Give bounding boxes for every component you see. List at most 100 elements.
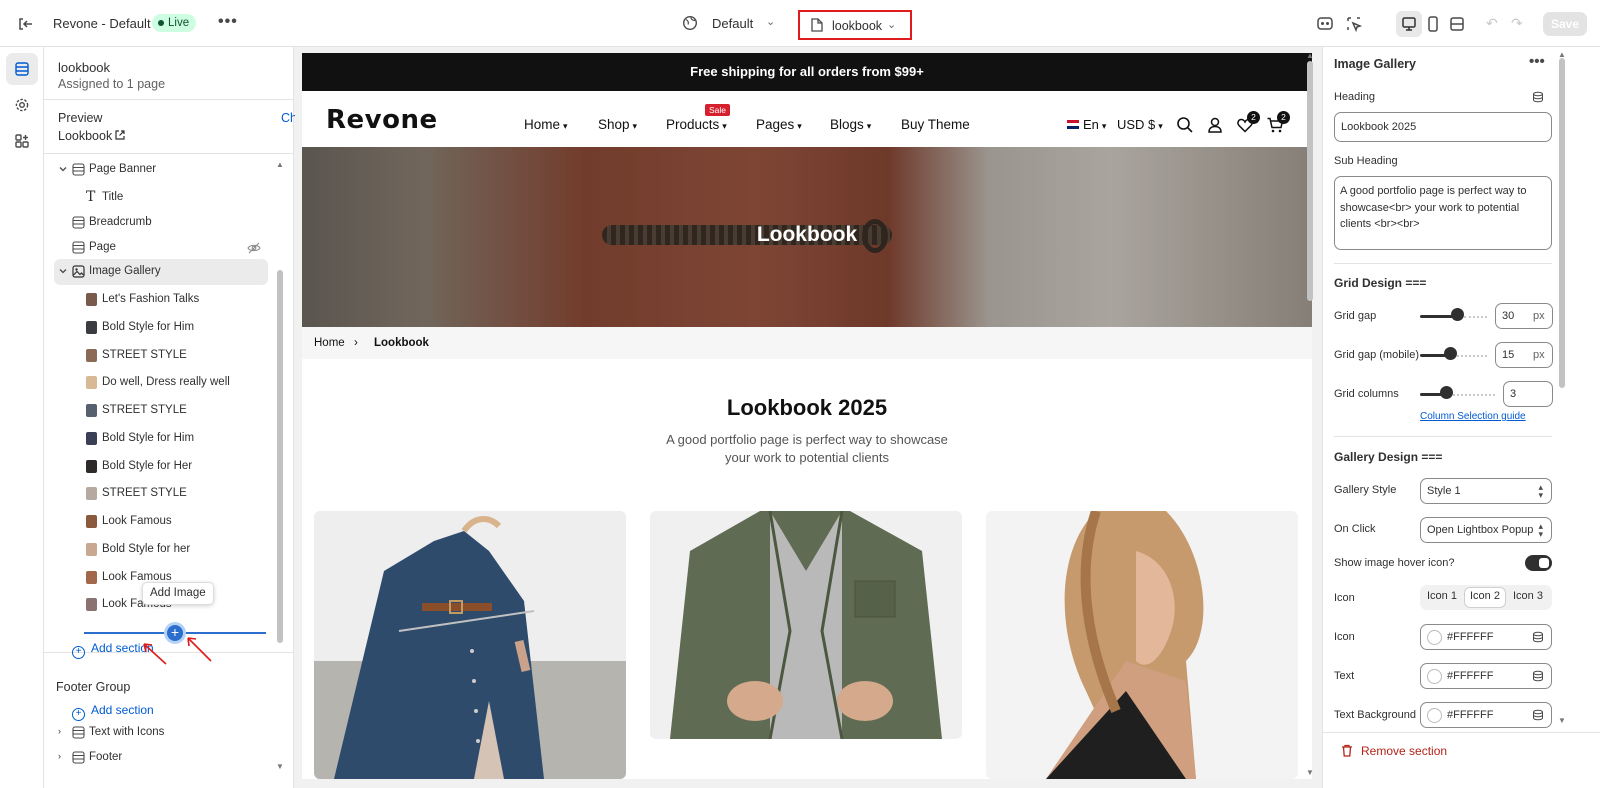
tree-item-image-block[interactable]: Bold Style for Him bbox=[54, 315, 268, 341]
text-bg-color-picker[interactable]: #FFFFFF bbox=[1420, 702, 1552, 728]
dynamic-source-icon[interactable] bbox=[1532, 91, 1544, 103]
redo-icon[interactable]: ↷ bbox=[1511, 15, 1523, 32]
tree-item-title-block[interactable]: T Title bbox=[54, 185, 268, 211]
chevron-down-icon[interactable] bbox=[58, 266, 68, 276]
page-selector[interactable]: lookbook ⌄ bbox=[798, 10, 912, 40]
breadcrumb-home[interactable]: Home bbox=[314, 327, 345, 359]
gallery-image[interactable] bbox=[314, 511, 626, 779]
left-scrollbar[interactable]: ▲ ▼ bbox=[276, 160, 284, 772]
account-icon[interactable] bbox=[1206, 116, 1224, 134]
nav-item-shop[interactable]: Shop ▾ bbox=[598, 117, 637, 132]
gallery-style-select[interactable]: Style 1 ▴ ▾ bbox=[1420, 478, 1552, 504]
segment-icon-1[interactable]: Icon 1 bbox=[1427, 590, 1457, 602]
fullwidth-icon[interactable] bbox=[1448, 15, 1466, 33]
grid-gap-input[interactable]: 30 px bbox=[1495, 303, 1553, 329]
desktop-icon[interactable] bbox=[1400, 15, 1418, 33]
tree-item-image-block[interactable]: Bold Style for her bbox=[54, 537, 268, 563]
hover-icon-toggle[interactable] bbox=[1525, 555, 1552, 571]
gallery-image[interactable] bbox=[986, 511, 1298, 779]
tree-item-section[interactable]: Breadcrumb bbox=[54, 210, 268, 236]
image-thumbnail-icon bbox=[86, 515, 97, 528]
tree-item-image-block[interactable]: STREET STYLE bbox=[54, 343, 268, 369]
scrollbar-thumb[interactable] bbox=[1307, 61, 1313, 301]
nav-item-products[interactable]: Products ▾ bbox=[666, 117, 727, 132]
color-swatch[interactable] bbox=[1427, 669, 1442, 684]
divider bbox=[1323, 732, 1600, 733]
currency-selector[interactable]: USD $ ▾ bbox=[1117, 117, 1163, 132]
color-swatch[interactable] bbox=[1427, 708, 1442, 723]
save-button[interactable]: Save bbox=[1543, 12, 1587, 36]
select-arrows-icon: ▴ ▾ bbox=[1538, 482, 1543, 500]
subheading-textarea[interactable]: A good portfolio page is perfect way to … bbox=[1334, 176, 1552, 250]
exit-icon[interactable] bbox=[16, 15, 34, 33]
dynamic-source-icon[interactable] bbox=[1532, 670, 1544, 682]
more-actions-button[interactable]: ••• bbox=[1529, 53, 1545, 70]
tree-item-image-block[interactable]: Bold Style for Her bbox=[54, 454, 268, 480]
tree-item-section[interactable]: Page Banner bbox=[54, 157, 268, 183]
scroll-up-icon[interactable]: ▲ bbox=[276, 160, 284, 169]
scroll-down-icon[interactable]: ▼ bbox=[276, 762, 284, 771]
grid-gap-mobile-slider[interactable] bbox=[1420, 347, 1487, 363]
scroll-down-icon[interactable]: ▼ bbox=[1558, 716, 1566, 725]
more-actions-button[interactable]: ••• bbox=[218, 13, 238, 31]
dynamic-source-icon[interactable] bbox=[1532, 709, 1544, 721]
preview-value[interactable]: Lookbook bbox=[58, 129, 112, 143]
mobile-icon[interactable] bbox=[1424, 15, 1442, 33]
nav-item-buy-theme[interactable]: Buy Theme bbox=[901, 117, 970, 132]
tree-item-image-block[interactable]: STREET STYLE bbox=[54, 398, 268, 424]
segment-icon-3[interactable]: Icon 3 bbox=[1513, 590, 1543, 602]
heading-input[interactable]: Lookbook 2025 bbox=[1334, 112, 1552, 142]
tree-item-image-block[interactable]: Look Famous bbox=[54, 509, 268, 535]
slider-handle[interactable] bbox=[1444, 347, 1457, 360]
nav-item-pages[interactable]: Pages ▾ bbox=[756, 117, 802, 132]
tree-item-label: Bold Style for Him bbox=[102, 321, 195, 333]
settings-scrollbar[interactable]: ▲ ▼ bbox=[1557, 50, 1567, 728]
slider-handle[interactable] bbox=[1440, 386, 1453, 399]
rail-sections[interactable] bbox=[6, 53, 38, 85]
external-link-icon[interactable] bbox=[114, 129, 126, 141]
dynamic-source-icon[interactable] bbox=[1532, 631, 1544, 643]
footer-add-section-button[interactable]: + Add section bbox=[72, 703, 154, 721]
slider-handle[interactable] bbox=[1451, 308, 1464, 321]
nav-item-blogs[interactable]: Blogs ▾ bbox=[830, 117, 871, 132]
scrollbar-thumb[interactable] bbox=[1559, 58, 1565, 388]
tree-item-image-block[interactable]: Let's Fashion Talks bbox=[54, 287, 268, 313]
icon-color-picker[interactable]: #FFFFFF bbox=[1420, 624, 1552, 650]
hidden-eye-icon[interactable] bbox=[247, 241, 261, 255]
tree-item-footer-section[interactable]: › Text with Icons bbox=[54, 720, 268, 746]
preview-scrollbar[interactable]: ▲ ▼ bbox=[1305, 51, 1315, 779]
select-element-icon[interactable] bbox=[1345, 15, 1363, 33]
grid-gap-mobile-input[interactable]: 15 px bbox=[1495, 342, 1553, 368]
scroll-down-icon[interactable]: ▼ bbox=[1306, 768, 1314, 777]
search-icon[interactable] bbox=[1176, 116, 1194, 134]
grid-gap-slider[interactable] bbox=[1420, 308, 1487, 324]
nav-item-home[interactable]: Home ▾ bbox=[524, 117, 568, 132]
language-selector[interactable]: En ▾ bbox=[1067, 117, 1106, 132]
rail-settings[interactable] bbox=[6, 89, 38, 121]
tree-item-image-block[interactable]: STREET STYLE bbox=[54, 481, 268, 507]
preview-canvas: Free shipping for all orders from $99+ R… bbox=[295, 47, 1322, 788]
tree-item-footer-section[interactable]: › Footer bbox=[54, 745, 268, 771]
color-swatch[interactable] bbox=[1427, 630, 1442, 645]
inspector-icon[interactable] bbox=[1316, 15, 1334, 33]
nav-label: Products bbox=[666, 117, 720, 132]
tree-item-section[interactable]: Image Gallery bbox=[54, 259, 268, 285]
tree-item-image-block[interactable]: Do well, Dress really well bbox=[54, 370, 268, 396]
text-color-picker[interactable]: #FFFFFF bbox=[1420, 663, 1552, 689]
scrollbar-thumb[interactable] bbox=[277, 270, 283, 643]
store-logo[interactable]: Revone bbox=[326, 105, 438, 135]
undo-icon[interactable]: ↶ bbox=[1486, 15, 1498, 32]
remove-section-button[interactable]: Remove section bbox=[1341, 744, 1447, 758]
segment-icon-2[interactable]: Icon 2 bbox=[1470, 590, 1500, 602]
column-guide-link[interactable]: Column Selection guide bbox=[1420, 411, 1526, 422]
chevron-down-icon[interactable] bbox=[58, 164, 68, 174]
on-click-select[interactable]: Open Lightbox Popup ▴ ▾ bbox=[1420, 517, 1552, 543]
tree-item-image-block[interactable]: Bold Style for Him bbox=[54, 426, 268, 452]
grid-columns-input[interactable]: 3 bbox=[1503, 381, 1553, 407]
rail-apps[interactable] bbox=[6, 125, 38, 157]
scroll-up-icon[interactable]: ▲ bbox=[1306, 51, 1314, 60]
tree-item-section[interactable]: Page bbox=[54, 235, 268, 261]
gallery-image[interactable] bbox=[650, 511, 962, 739]
grid-columns-slider[interactable] bbox=[1420, 386, 1495, 402]
add-image-button[interactable]: + bbox=[167, 625, 183, 641]
